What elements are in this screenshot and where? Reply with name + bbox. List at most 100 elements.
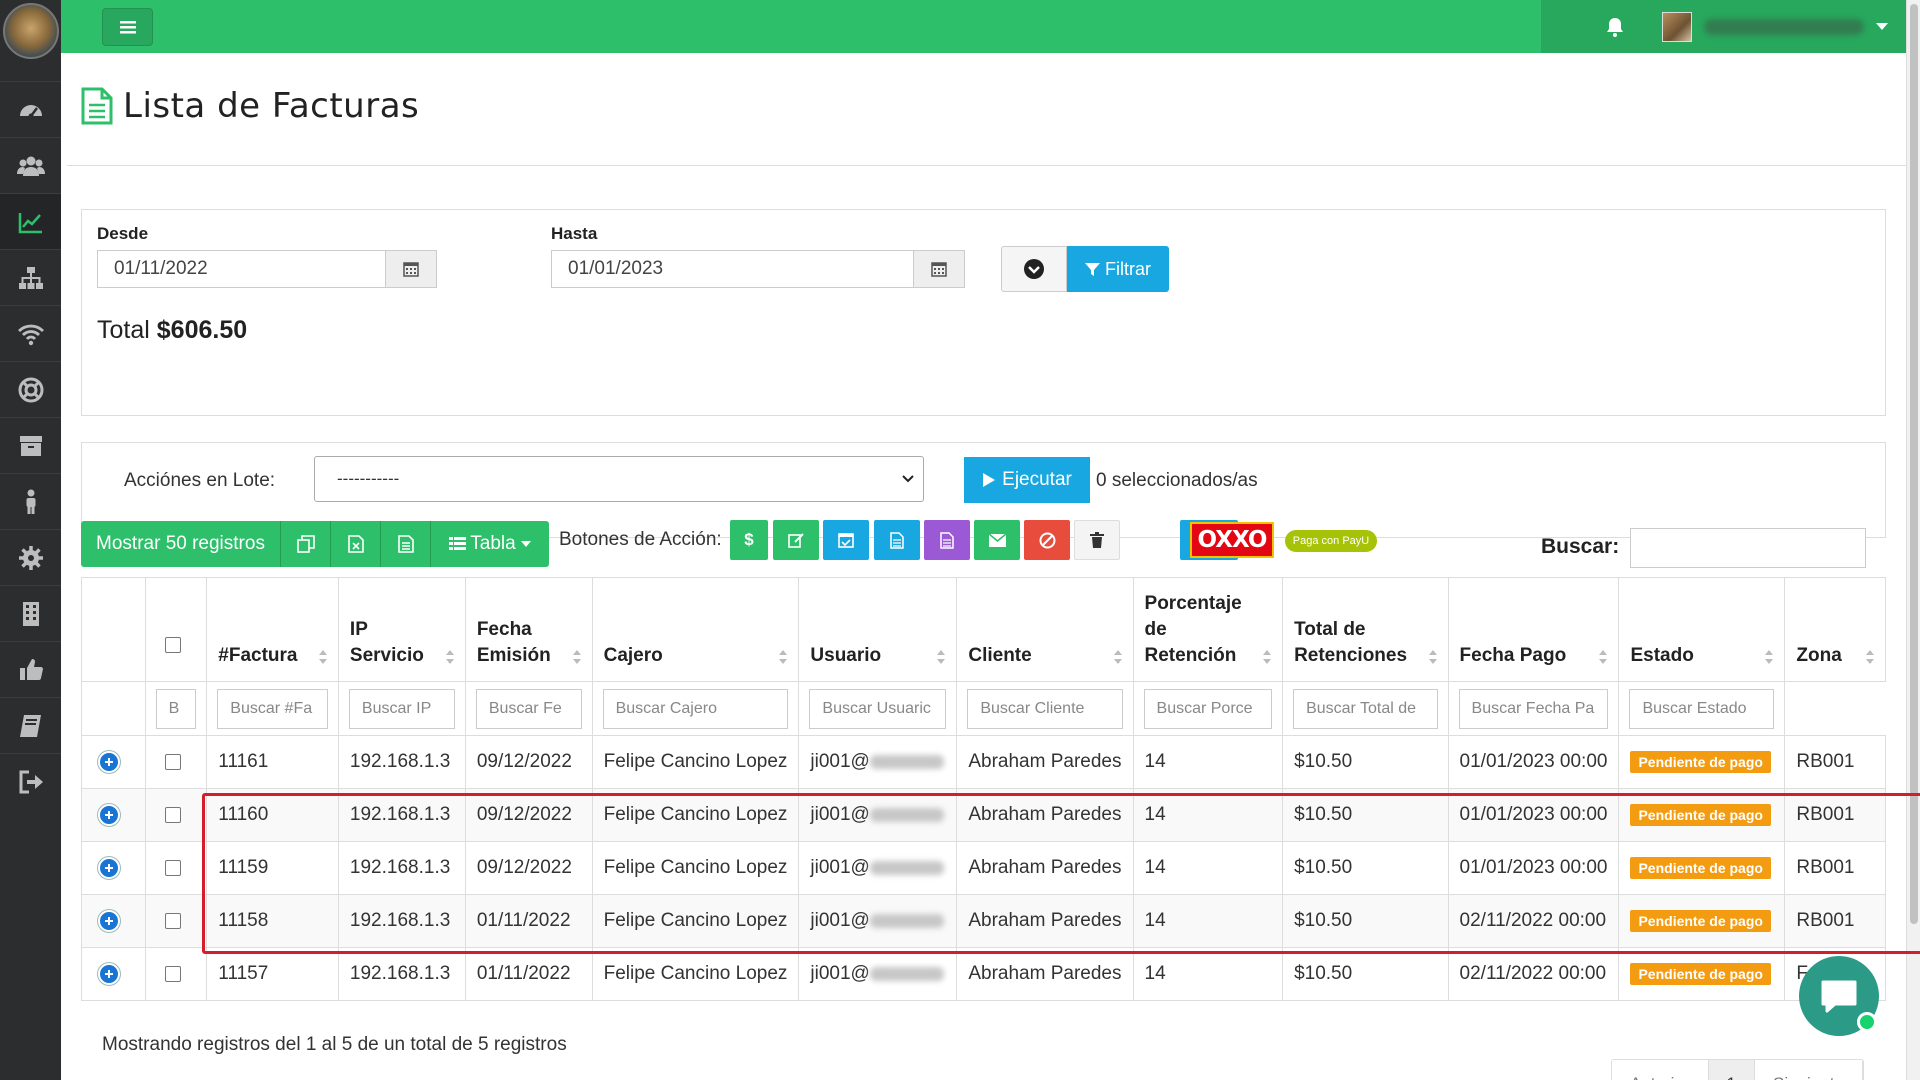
pdf-button[interactable] [381, 521, 431, 567]
table-row[interactable]: 11157 192.168.1.3 01/11/2022 Felipe Cancino… [81, 947, 1886, 1001]
redacted-text [869, 807, 944, 822]
cancel-invoice-button[interactable] [1024, 520, 1070, 560]
row-checkbox[interactable] [164, 807, 181, 823]
avatar [1662, 11, 1692, 42]
column-search-input[interactable]: Buscar Total de [1293, 688, 1438, 729]
usuario-text: ji001@ [810, 963, 870, 984]
row-checkbox[interactable] [164, 754, 181, 770]
column-search-input[interactable]: B [155, 688, 197, 729]
user-menu[interactable] [1650, 0, 1906, 53]
pagination-prev[interactable]: Anterior [1612, 1060, 1709, 1080]
sidebar-item-inventory[interactable] [0, 417, 61, 473]
column-search-input[interactable]: Buscar Estado [1629, 688, 1775, 729]
pagination-page-1[interactable]: 1 [1708, 1060, 1755, 1080]
expand-row-button[interactable] [98, 857, 120, 879]
column-header-usuario[interactable]: Usuario [798, 577, 958, 682]
page-scrollbar[interactable] [1906, 0, 1920, 1080]
column-search-input[interactable]: Buscar IP [348, 688, 455, 729]
search-cell: Buscar Fe [464, 681, 593, 736]
column-header-factura[interactable]: #Factura [206, 577, 339, 682]
table-row[interactable]: 11160 192.168.1.3 09/12/2022 Felipe Cancino… [81, 788, 1886, 842]
email-button[interactable] [974, 520, 1020, 560]
sidebar-item-reports[interactable] [0, 193, 61, 249]
select-all-header [144, 577, 208, 682]
expand-row-button[interactable] [98, 751, 120, 773]
column-header-zona[interactable]: Zona [1784, 577, 1886, 682]
company-logo[interactable] [3, 3, 59, 59]
factura-cell: 11159 [206, 841, 339, 895]
calendar-button[interactable] [385, 251, 436, 287]
column-header-cliente[interactable]: Cliente [956, 577, 1134, 682]
column-header-porcentaje[interactable]: Porcentaje de Retención [1132, 577, 1284, 682]
hasta-date-field[interactable]: 01/01/2023 [551, 250, 965, 288]
column-search-input[interactable]: Buscar Cajero [602, 688, 789, 729]
expand-cell [81, 894, 146, 948]
sidebar-item-logout[interactable] [0, 753, 61, 809]
sidebar-item-person[interactable] [0, 473, 61, 529]
sidebar-item-docs[interactable] [0, 697, 61, 753]
calendar-button[interactable] [913, 251, 964, 287]
column-header-ip[interactable]: IP Servicio [337, 577, 466, 682]
expand-cell [81, 788, 146, 842]
expand-row-button[interactable] [98, 804, 120, 826]
sidebar-item-dashboard[interactable] [0, 81, 61, 137]
delete-button[interactable] [1074, 520, 1120, 560]
excel-button[interactable] [331, 521, 381, 567]
column-search-row: B Buscar #Fa Buscar IP Buscar Fe Buscar … [81, 681, 1886, 736]
table-view-button[interactable]: Tabla [431, 521, 549, 567]
column-search-input[interactable]: Buscar Usuaric [809, 688, 947, 729]
edit-button[interactable] [773, 520, 819, 560]
schedule-button[interactable] [823, 520, 869, 560]
row-checkbox[interactable] [164, 966, 181, 982]
payu-payment-button[interactable]: Paga con PayU [1285, 530, 1377, 552]
search-input[interactable] [1630, 528, 1866, 568]
column-header-estado[interactable]: Estado [1618, 577, 1786, 682]
sort-icon [1866, 650, 1874, 664]
search-cell: Buscar #Fa [206, 681, 339, 736]
sidebar-item-settings[interactable] [0, 529, 61, 585]
calendar-check-icon [838, 533, 854, 548]
column-header-cajero[interactable]: Cajero [591, 577, 800, 682]
sidebar-item-wifi[interactable] [0, 305, 61, 361]
column-search-input[interactable]: Buscar #Fa [217, 688, 328, 729]
table-row[interactable]: 11159 192.168.1.3 09/12/2022 Felipe Cancino… [81, 841, 1886, 895]
row-checkbox[interactable] [164, 913, 181, 929]
column-header-total-retenciones[interactable]: Total de Retenciones [1282, 577, 1449, 682]
row-checkbox[interactable] [164, 860, 181, 876]
scrollbar-thumb[interactable] [1910, 4, 1918, 924]
filter-button[interactable]: Filtrar [1067, 246, 1169, 292]
oxxo-payment-button[interactable]: OXXO [1190, 522, 1274, 558]
show-records-button[interactable]: Mostrar 50 registros [81, 521, 281, 567]
column-search-input[interactable]: Buscar Cliente [967, 688, 1123, 729]
expand-row-button[interactable] [98, 963, 120, 985]
sidebar-item-users[interactable] [0, 137, 61, 193]
chat-widget-button[interactable] [1799, 956, 1879, 1036]
cajero-cell: Felipe Cancino Lopez [591, 947, 800, 1001]
table-row[interactable]: 11158 192.168.1.3 01/11/2022 Felipe Cancino… [81, 894, 1886, 948]
menu-toggle-button[interactable] [102, 8, 153, 46]
sidebar-item-network[interactable] [0, 249, 61, 305]
sidebar-item-feedback[interactable] [0, 641, 61, 697]
table-row[interactable]: 11161 192.168.1.3 09/12/2022 Felipe Cancino… [81, 735, 1886, 789]
column-search-input[interactable]: Buscar Porce [1143, 688, 1273, 729]
receipt-button[interactable] [924, 520, 970, 560]
select-all-checkbox[interactable] [164, 636, 181, 653]
expand-row-button[interactable] [98, 910, 120, 932]
sidebar-item-support[interactable] [0, 361, 61, 417]
notifications-button[interactable] [1585, 0, 1645, 53]
column-search-input[interactable]: Buscar Fe [475, 688, 582, 729]
document-purple-icon [940, 531, 954, 549]
invoice-button[interactable] [874, 520, 920, 560]
pay-button[interactable]: $ [730, 520, 768, 560]
expand-filters-button[interactable] [1001, 246, 1067, 292]
column-header-fecha-emision[interactable]: Fecha Emisión [464, 577, 593, 682]
execute-button[interactable]: Ejecutar [964, 457, 1090, 503]
pagination-next[interactable]: Siguiente [1755, 1060, 1863, 1080]
sidebar-item-building[interactable] [0, 585, 61, 641]
desde-date-field[interactable]: 01/11/2022 [97, 250, 437, 288]
column-search-input[interactable]: Buscar Fecha Pa [1458, 688, 1609, 729]
bulk-actions-select[interactable]: ----------- [314, 456, 924, 502]
copy-button[interactable] [281, 521, 331, 567]
column-header-fecha-pago[interactable]: Fecha Pago [1447, 577, 1620, 682]
estado-cell: Pendiente de pago [1618, 841, 1786, 895]
